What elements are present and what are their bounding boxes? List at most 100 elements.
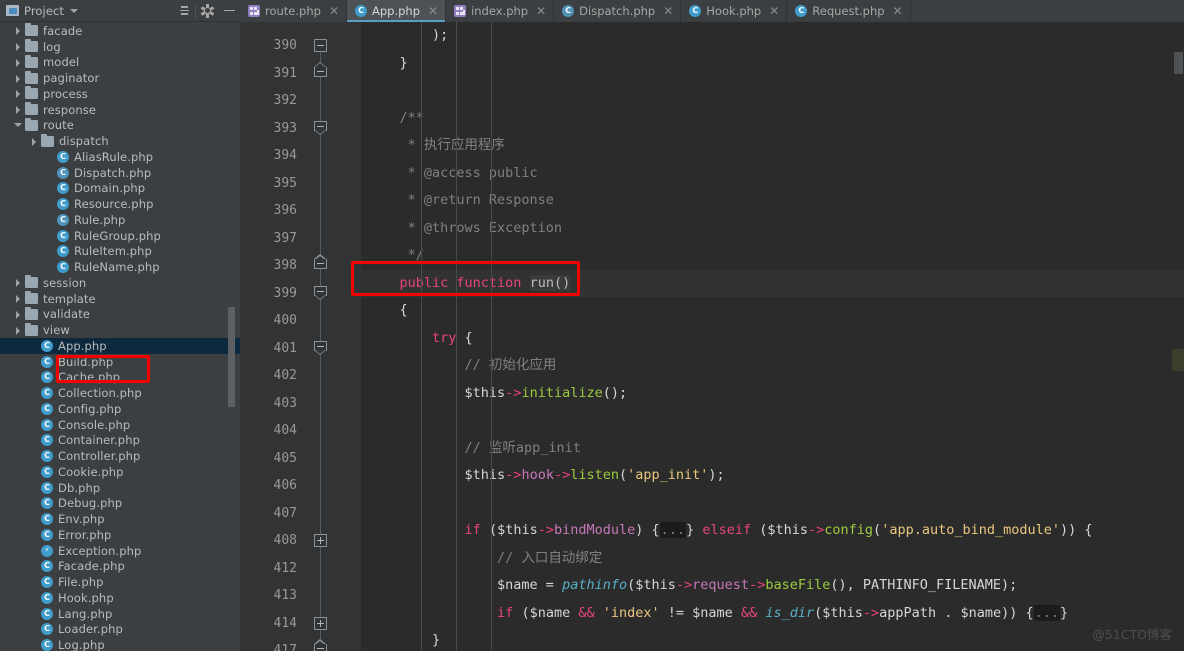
fold-collapse-icon[interactable]	[314, 253, 327, 269]
tab-hook-php[interactable]: C Hook.php ✕	[681, 0, 788, 22]
chevron-right-icon[interactable]	[14, 294, 23, 304]
close-icon[interactable]: ✕	[428, 5, 438, 17]
code-line[interactable]: /**	[361, 105, 1184, 133]
close-icon[interactable]: ✕	[536, 5, 546, 17]
tree-file-row[interactable]: C Loader.php	[0, 622, 240, 638]
tree-file-row[interactable]: C Cache.php	[0, 370, 240, 386]
code-content[interactable]: ); } /** * 执行应用程序 * @access public * @re…	[361, 22, 1184, 651]
code-line[interactable]: $this->hook->listen('app_init');	[361, 462, 1184, 490]
fold-collapse-icon[interactable]	[314, 39, 327, 52]
fold-collapse-icon[interactable]	[314, 638, 327, 651]
tree-file-row[interactable]: C App.php	[0, 338, 240, 354]
tree-file-row[interactable]: C Log.php	[0, 637, 240, 651]
editor-gutter[interactable]: 390 391 392 393 394 395 396 397 398 399 400 401 402 4…	[240, 22, 361, 651]
tree-file-row[interactable]: C Error.php	[0, 527, 240, 543]
tree-file-row[interactable]: C Resource.php	[0, 196, 240, 212]
tree-file-row[interactable]: C Rule.php	[0, 212, 240, 228]
tree-folder-row[interactable]: model	[0, 54, 240, 71]
tree-file-row[interactable]: C Console.php	[0, 417, 240, 433]
code-line[interactable]: // 初始化应用	[361, 352, 1184, 380]
tree-file-row[interactable]: C Cookie.php	[0, 464, 240, 480]
chevron-right-icon[interactable]	[14, 310, 23, 319]
close-icon[interactable]: ✕	[329, 5, 339, 17]
code-line[interactable]: public function run()	[361, 269, 1184, 297]
tree-file-row[interactable]: C AliasRule.php	[0, 149, 240, 165]
chevron-down-icon[interactable]	[14, 121, 23, 130]
fold-collapse-icon[interactable]	[314, 120, 327, 137]
code-line[interactable]: * @throws Exception	[361, 215, 1184, 243]
tree-folder-row[interactable]: dispatch	[0, 133, 240, 149]
code-line[interactable]: if ($name && 'index' != $name && is_dir(…	[361, 600, 1184, 628]
code-line[interactable]: );	[361, 22, 1184, 50]
tree-file-row[interactable]: C RuleName.php	[0, 259, 240, 275]
tree-folder-row[interactable]: response	[0, 102, 240, 118]
chevron-right-icon[interactable]	[14, 89, 23, 99]
code-line[interactable]: }	[361, 627, 1184, 651]
code-line[interactable]: $this->initialize();	[361, 380, 1184, 408]
code-line[interactable]: if ($this->bindModule) {...} elseif ($th…	[361, 517, 1184, 545]
tree-file-row[interactable]: C Dispatch.php	[0, 165, 240, 181]
collapse-all-icon[interactable]	[173, 0, 195, 22]
tree-file-row[interactable]: C Env.php	[0, 511, 240, 527]
tree-folder-row[interactable]: session	[0, 275, 240, 291]
editor-scrollbar-thumb[interactable]	[1174, 52, 1183, 74]
code-line[interactable]: // 监听app_init	[361, 435, 1184, 463]
chevron-down-icon[interactable]	[70, 8, 79, 13]
code-line[interactable]: {	[361, 297, 1184, 325]
tree-folder-row[interactable]: process	[0, 86, 240, 102]
gear-icon[interactable]	[196, 0, 218, 22]
fold-expand-icon[interactable]	[314, 616, 327, 630]
code-line[interactable]: }	[361, 50, 1184, 78]
code-line[interactable]: // 入口自动绑定	[361, 545, 1184, 573]
tab-index-php[interactable]: index.php ✕	[446, 0, 555, 22]
code-line[interactable]: try {	[361, 325, 1184, 353]
chevron-right-icon[interactable]	[14, 278, 23, 288]
tree-file-row[interactable]: ⚡ Exception.php	[0, 543, 240, 559]
minimize-icon[interactable]	[218, 0, 240, 22]
tree-file-row[interactable]: C Controller.php	[0, 448, 240, 464]
tree-file-row[interactable]: C Domain.php	[0, 181, 240, 197]
code-line[interactable]	[361, 77, 1184, 105]
code-line[interactable]	[361, 407, 1184, 435]
tree-file-row[interactable]: C Container.php	[0, 433, 240, 449]
chevron-right-icon[interactable]	[14, 326, 23, 335]
editor-scrollbar[interactable]	[1172, 22, 1184, 651]
code-line[interactable]: * @access public	[361, 160, 1184, 188]
chevron-right-icon[interactable]	[30, 137, 39, 146]
tree-folder-row[interactable]: validate	[0, 306, 240, 323]
tree-file-row[interactable]: C Facade.php	[0, 559, 240, 575]
fold-collapse-icon[interactable]	[314, 340, 327, 357]
tab-dispatch-php[interactable]: C Dispatch.php ✕	[554, 0, 682, 22]
close-icon[interactable]: ✕	[663, 5, 673, 17]
tree-file-row[interactable]: C RuleItem.php	[0, 244, 240, 260]
code-line[interactable]: * @return Response	[361, 187, 1184, 215]
tree-folder-row[interactable]: log	[0, 39, 240, 55]
code-line[interactable]: */	[361, 242, 1184, 270]
fold-collapse-icon[interactable]	[314, 61, 327, 77]
sidebar-scrollbar-thumb[interactable]	[228, 307, 235, 407]
tree-file-row[interactable]: C Collection.php	[0, 385, 240, 401]
chevron-right-icon[interactable]	[14, 74, 23, 83]
chevron-right-icon[interactable]	[14, 105, 23, 115]
chevron-right-icon[interactable]	[14, 58, 23, 67]
code-editor[interactable]: 390 391 392 393 394 395 396 397 398 399 400 401 402 4…	[240, 22, 1184, 651]
tree-file-row[interactable]: C Lang.php	[0, 606, 240, 622]
code-line[interactable]: $name = pathinfo($this->request->baseFil…	[361, 572, 1184, 600]
tab-app-php[interactable]: C App.php ✕	[347, 0, 447, 22]
chevron-right-icon[interactable]	[14, 26, 23, 36]
tree-folder-row[interactable]: paginator	[0, 70, 240, 86]
tab-request-php[interactable]: C Request.php ✕	[787, 0, 911, 22]
project-tree-panel[interactable]: facade log model paginator process response ro…	[0, 22, 240, 651]
close-icon[interactable]: ✕	[769, 5, 779, 17]
tab-route-php[interactable]: route.php ✕	[240, 0, 347, 22]
tree-file-row[interactable]: C RuleGroup.php	[0, 228, 240, 244]
tree-file-row[interactable]: C Db.php	[0, 480, 240, 496]
tree-file-row[interactable]: C Debug.php	[0, 496, 240, 512]
code-line[interactable]	[361, 490, 1184, 518]
tree-folder-row[interactable]: facade	[0, 23, 240, 39]
chevron-right-icon[interactable]	[14, 42, 23, 52]
project-panel-header[interactable]: Project	[0, 0, 240, 22]
tree-folder-row[interactable]: route	[0, 117, 240, 134]
code-line[interactable]: * 执行应用程序	[361, 132, 1184, 160]
tree-file-row[interactable]: C File.php	[0, 574, 240, 590]
